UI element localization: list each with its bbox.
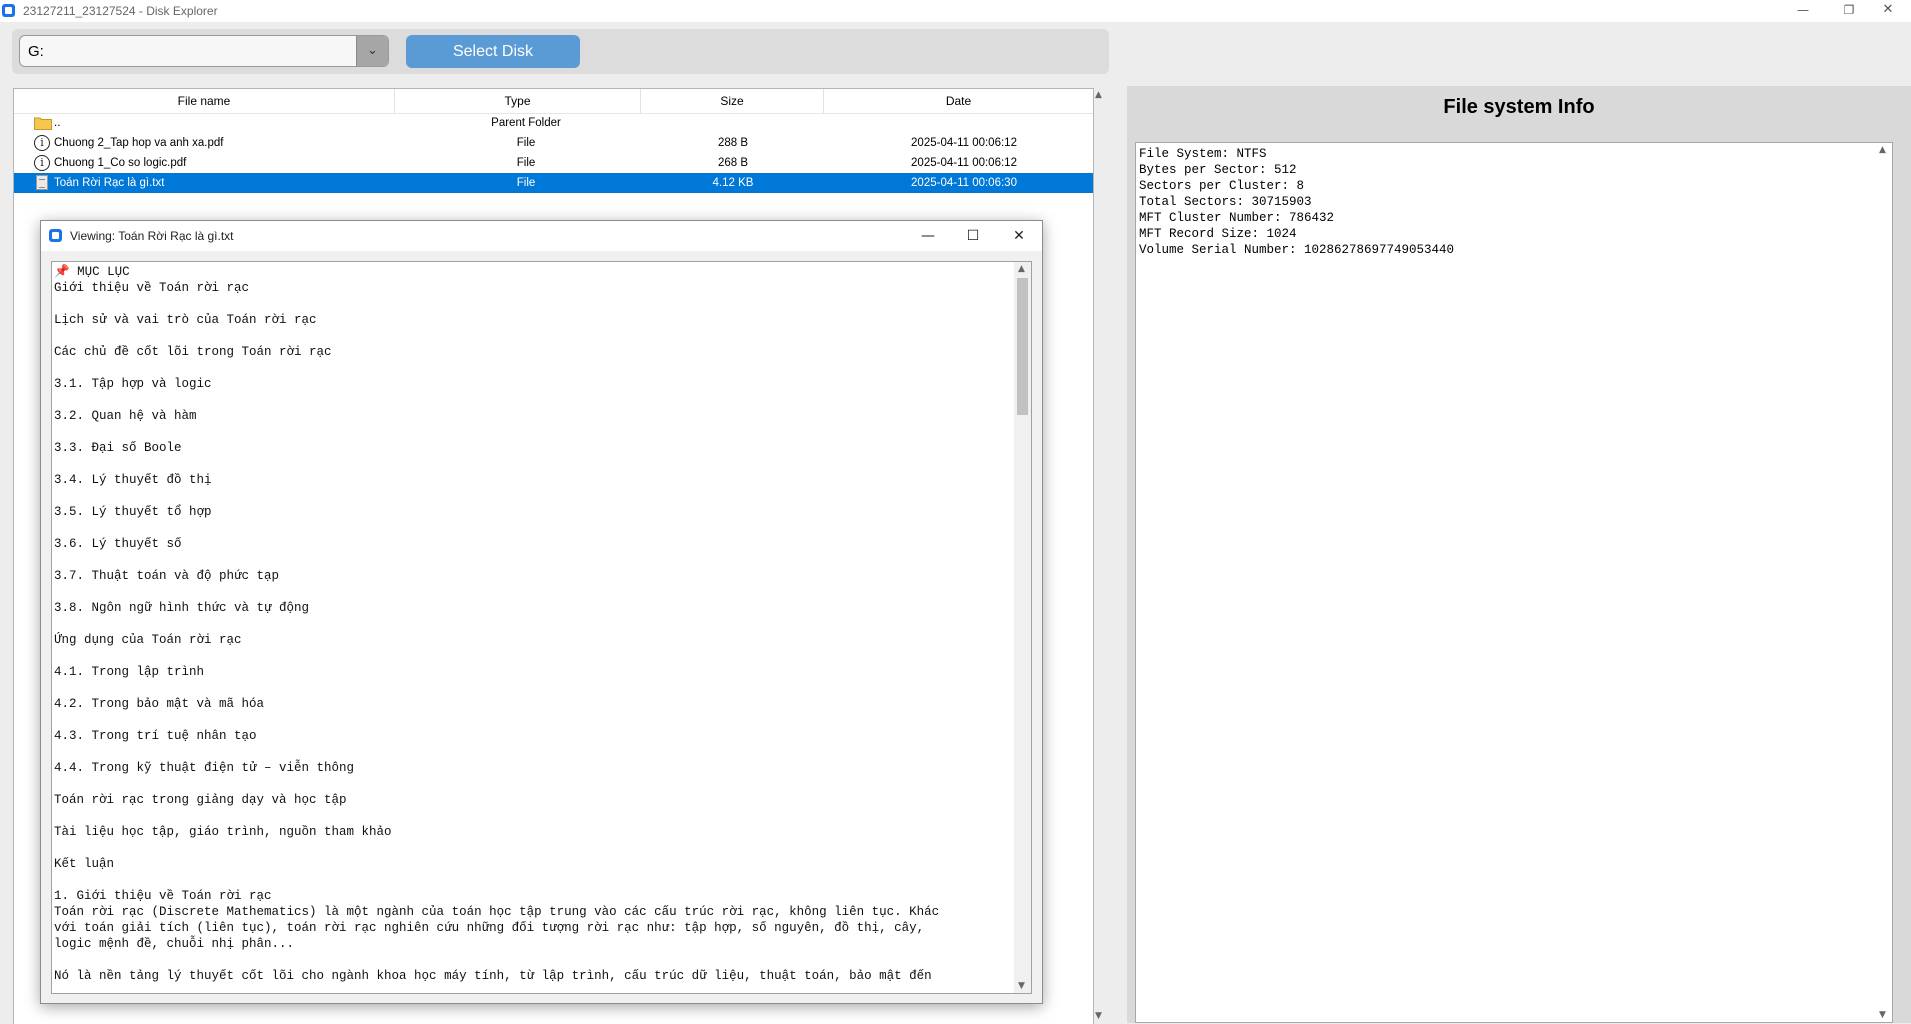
fs-info-title: File system Info <box>1443 96 1595 118</box>
viewer-scrollbar[interactable]: ▲ ▼ <box>1014 262 1031 993</box>
column-header-type[interactable]: Type <box>395 89 641 113</box>
file-type: Parent Folder <box>491 117 561 129</box>
text-file-icon <box>36 175 48 190</box>
fs-info-scrollbar[interactable]: ▲ ▼ <box>1875 143 1892 1022</box>
fs-info-panel: File system Info File System: NTFS Bytes… <box>1127 86 1911 1023</box>
disk-dropdown-value: G: <box>28 43 44 60</box>
scroll-thumb[interactable] <box>1017 278 1028 415</box>
file-size: 288 B <box>717 137 749 149</box>
chevron-down-icon[interactable]: ⌄ <box>356 36 388 66</box>
viewer-minimize-button[interactable]: — <box>908 224 948 248</box>
scroll-down-icon[interactable]: ▼ <box>1879 1010 1886 1020</box>
column-header-size[interactable]: Size <box>641 89 824 113</box>
disk-dropdown[interactable]: G: ⌄ <box>19 35 389 67</box>
scroll-down-icon[interactable]: ▼ <box>1018 981 1025 991</box>
viewer-text-area[interactable]: 📌 MỤC LỤC Giới thiệu về Toán rời rạc Lịc… <box>51 261 1032 994</box>
file-size <box>642 113 824 133</box>
scroll-up-icon[interactable]: ▲ <box>1879 145 1886 155</box>
fs-info-line: MFT Cluster Number: 786432 <box>1139 211 1335 225</box>
fs-info-line: Bytes per Sector: 512 <box>1139 163 1297 177</box>
minimize-button[interactable]: — <box>1780 0 1826 22</box>
file-list-scrollbar[interactable]: ▲ ▼ <box>1093 88 1107 1023</box>
file-type: File <box>516 157 536 169</box>
viewer-title-bar: Viewing: Toán Rời Rạc là gì.txt — ☐ ✕ <box>41 221 1042 251</box>
title-bar: 23127211_23127524 - Disk Explorer — ❐ ✕ <box>0 0 1911 22</box>
toolbar: G: ⌄ Select Disk <box>12 29 1109 74</box>
file-date <box>825 113 1103 133</box>
file-type: File <box>516 177 536 189</box>
table-row[interactable]: .. Parent Folder <box>14 113 1093 133</box>
file-date: 2025-04-11 00:06:12 <box>911 157 1017 169</box>
file-type: File <box>516 137 536 149</box>
fs-info-text[interactable]: File System: NTFS Bytes per Sector: 512 … <box>1135 142 1893 1023</box>
fs-info-line: Total Sectors: 30715903 <box>1139 195 1312 209</box>
folder-icon <box>34 117 52 130</box>
scroll-up-icon[interactable]: ▲ <box>1095 90 1102 100</box>
viewer-window: Viewing: Toán Rời Rạc là gì.txt — ☐ ✕ 📌 … <box>40 220 1043 1004</box>
file-name: Chuong 2_Tap hop va anh xa.pdf <box>54 137 224 149</box>
fs-info-line: File System: NTFS <box>1139 147 1267 161</box>
file-date: 2025-04-11 00:06:30 <box>911 177 1017 189</box>
column-header-date[interactable]: Date <box>824 89 1093 113</box>
select-disk-button[interactable]: Select Disk <box>406 35 580 68</box>
file-name: Chuong 1_Co so logic.pdf <box>54 157 187 169</box>
viewer-maximize-button[interactable]: ☐ <box>953 224 993 248</box>
table-row-selected[interactable]: Toán Rời Rạc là gì.txt File 4.12 KB 2025… <box>14 173 1093 193</box>
column-header-file-name[interactable]: File name <box>14 89 395 113</box>
file-size: 4.12 KB <box>712 177 754 189</box>
viewer-close-button[interactable]: ✕ <box>999 224 1039 248</box>
file-size: 268 B <box>717 157 749 169</box>
fs-info-line: MFT Record Size: 1024 <box>1139 227 1297 241</box>
file-name: .. <box>54 117 61 129</box>
info-icon: i <box>34 155 50 171</box>
viewer-title: Viewing: Toán Rời Rạc là gì.txt <box>70 229 234 243</box>
table-header: File name Type Size Date <box>14 89 1093 114</box>
viewer-content: 📌 MỤC LỤC Giới thiệu về Toán rời rạc Lịc… <box>54 265 940 983</box>
table-row[interactable]: i Chuong 2_Tap hop va anh xa.pdf File 28… <box>14 133 1093 153</box>
window-title: 23127211_23127524 - Disk Explorer <box>23 4 218 18</box>
app-icon <box>2 4 15 17</box>
scroll-up-icon[interactable]: ▲ <box>1018 264 1025 274</box>
table-row[interactable]: i Chuong 1_Co so logic.pdf File 268 B 20… <box>14 153 1093 173</box>
file-name: Toán Rời Rạc là gì.txt <box>54 177 165 189</box>
fs-info-line: Volume Serial Number: 102862786977490534… <box>1139 243 1455 257</box>
fs-info-line: Sectors per Cluster: 8 <box>1139 179 1305 193</box>
scroll-down-icon[interactable]: ▼ <box>1095 1011 1102 1021</box>
close-button[interactable]: ✕ <box>1865 0 1911 22</box>
file-date: 2025-04-11 00:06:12 <box>911 137 1017 149</box>
info-icon: i <box>34 135 50 151</box>
app-icon <box>49 229 62 242</box>
